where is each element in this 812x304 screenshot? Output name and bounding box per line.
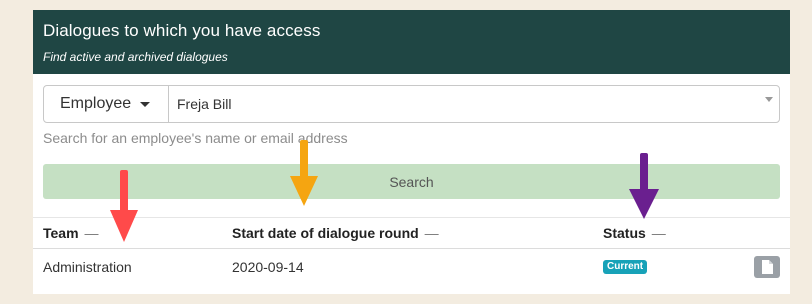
arrow-down-icon [290, 140, 318, 206]
column-header-status[interactable]: Status — [603, 225, 666, 241]
column-header-status-label: Status [603, 225, 646, 241]
status-badge: Current [603, 260, 648, 274]
column-header-start-date[interactable]: Start date of dialogue round — [232, 225, 439, 241]
column-header-team[interactable]: Team — [43, 225, 99, 241]
cell-team: Administration [43, 259, 132, 275]
caret-down-icon [765, 97, 773, 102]
sort-indicator: — [424, 225, 439, 241]
cell-start-date: 2020-09-14 [232, 259, 304, 275]
table-header-divider [33, 248, 790, 249]
panel-header: Dialogues to which you have access Find … [33, 10, 790, 74]
open-dialogue-button[interactable] [754, 256, 780, 278]
sort-indicator: — [84, 225, 99, 241]
page-subtitle: Find active and archived dialogues [43, 50, 228, 64]
search-type-dropdown[interactable]: Employee [44, 86, 169, 122]
search-row: Employee Freja Bill [43, 85, 780, 123]
page-title: Dialogues to which you have access [43, 21, 321, 40]
divider [33, 217, 790, 218]
column-header-start-date-label: Start date of dialogue round [232, 225, 419, 241]
arrow-down-icon [629, 153, 659, 219]
sort-indicator: — [651, 225, 666, 241]
search-type-label: Employee [60, 95, 132, 112]
employee-select[interactable]: Freja Bill [169, 86, 779, 122]
column-header-team-label: Team [43, 225, 79, 241]
arrow-down-icon [110, 170, 138, 242]
caret-down-icon [140, 102, 151, 107]
dialogues-panel: Dialogues to which you have access Find … [33, 10, 790, 294]
search-button[interactable]: Search [43, 164, 780, 199]
employee-select-value: Freja Bill [177, 96, 232, 112]
document-icon [762, 260, 773, 274]
